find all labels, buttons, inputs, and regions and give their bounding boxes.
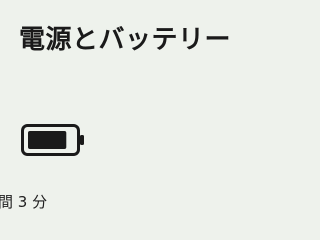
battery-status [21,124,87,156]
battery-remaining-time: 間 3 分 [0,193,48,211]
battery-terminal [80,135,84,145]
page-title: 電源とバッテリー [19,25,232,55]
battery-icon [21,124,84,156]
battery-fill [28,131,67,149]
